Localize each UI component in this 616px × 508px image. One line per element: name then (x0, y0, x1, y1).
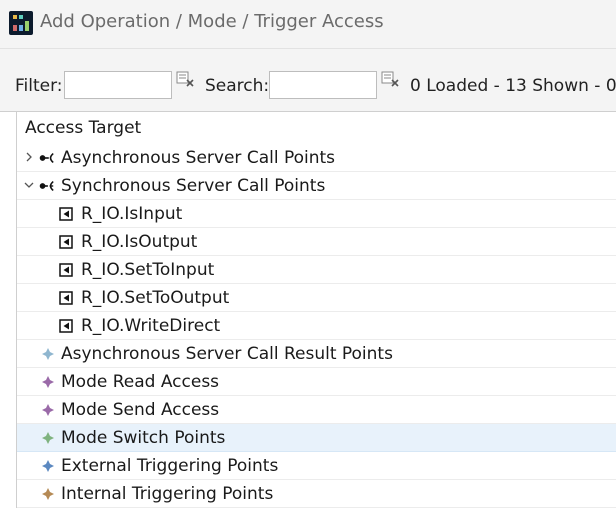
search-input[interactable] (269, 71, 377, 99)
tree-row-operation[interactable]: R_IO.WriteDirect (17, 312, 616, 340)
tree-row-label: External Triggering Points (61, 456, 279, 476)
status-text: 0 Loaded - 13 Shown - 0 (410, 76, 616, 96)
chevron-down-icon[interactable] (24, 180, 34, 190)
tree-row-label: Mode Read Access (61, 372, 220, 392)
sync-call-icon (39, 180, 54, 192)
tree-header: Access Target (25, 118, 142, 138)
clear-search-icon (381, 71, 399, 87)
diamond-icon (42, 348, 54, 360)
tree-row-label: Asynchronous Server Call Result Points (61, 344, 393, 364)
diamond-icon (42, 460, 54, 472)
title-bar: Add Operation / Mode / Trigger Access (0, 0, 616, 49)
operation-icon (59, 207, 73, 221)
diamond-icon (42, 432, 54, 444)
tree-row-sync-server-call-points[interactable]: Synchronous Server Call Points (17, 172, 616, 200)
tree-row-label: R_IO.WriteDirect (81, 316, 221, 336)
tree-row-operation[interactable]: R_IO.SetToOutput (17, 284, 616, 312)
window-title: Add Operation / Mode / Trigger Access (40, 11, 384, 32)
chevron-right-icon[interactable] (24, 152, 34, 162)
operation-icon (59, 291, 73, 305)
tree-row-operation[interactable]: R_IO.SetToInput (17, 256, 616, 284)
search-label: Search: (205, 76, 270, 96)
clear-filter-button[interactable] (176, 71, 196, 89)
toolbar: Filter: Search: 0 Loaded - 13 Shown - 0 (0, 49, 616, 112)
diamond-icon (42, 376, 54, 388)
tree-row-mode-read-access[interactable]: Mode Read Access (17, 368, 616, 396)
async-call-icon (39, 152, 54, 164)
tree-row-external-triggering-points[interactable]: External Triggering Points (17, 452, 616, 480)
clear-filter-icon (176, 71, 194, 87)
tree-row-label: R_IO.SetToInput (81, 260, 215, 280)
tree-row-label: R_IO.IsOutput (81, 232, 198, 252)
tree-row-async-server-call-points[interactable]: Asynchronous Server Call Points (17, 144, 616, 172)
operation-icon (59, 319, 73, 333)
tree-row-label: Synchronous Server Call Points (61, 176, 326, 196)
diamond-icon (42, 488, 54, 500)
tree-row-label: Mode Switch Points (61, 428, 226, 448)
tree-row-label: Internal Triggering Points (61, 484, 274, 504)
filter-label: Filter: (15, 76, 63, 96)
tree-row-async-result-points[interactable]: Asynchronous Server Call Result Points (17, 340, 616, 368)
operation-icon (59, 235, 73, 249)
access-target-tree[interactable]: Access Target Asynchronous Server Call P… (16, 112, 616, 508)
filter-input[interactable] (64, 71, 172, 99)
operation-icon (59, 263, 73, 277)
tree-row-label: Asynchronous Server Call Points (61, 148, 336, 168)
diamond-icon (42, 404, 54, 416)
tree-row-mode-switch-points[interactable]: Mode Switch Points (17, 424, 616, 452)
tree-row-operation[interactable]: R_IO.IsInput (17, 200, 616, 228)
tree-row-label: Mode Send Access (61, 400, 220, 420)
tree-row-operation[interactable]: R_IO.IsOutput (17, 228, 616, 256)
tree-row-label: R_IO.IsInput (81, 204, 183, 224)
tree-row-internal-triggering-points[interactable]: Internal Triggering Points (17, 480, 616, 508)
clear-search-button[interactable] (381, 71, 401, 89)
app-logo-icon (9, 11, 33, 35)
tree-row-label: R_IO.SetToOutput (81, 288, 230, 308)
tree-row-mode-send-access[interactable]: Mode Send Access (17, 396, 616, 424)
